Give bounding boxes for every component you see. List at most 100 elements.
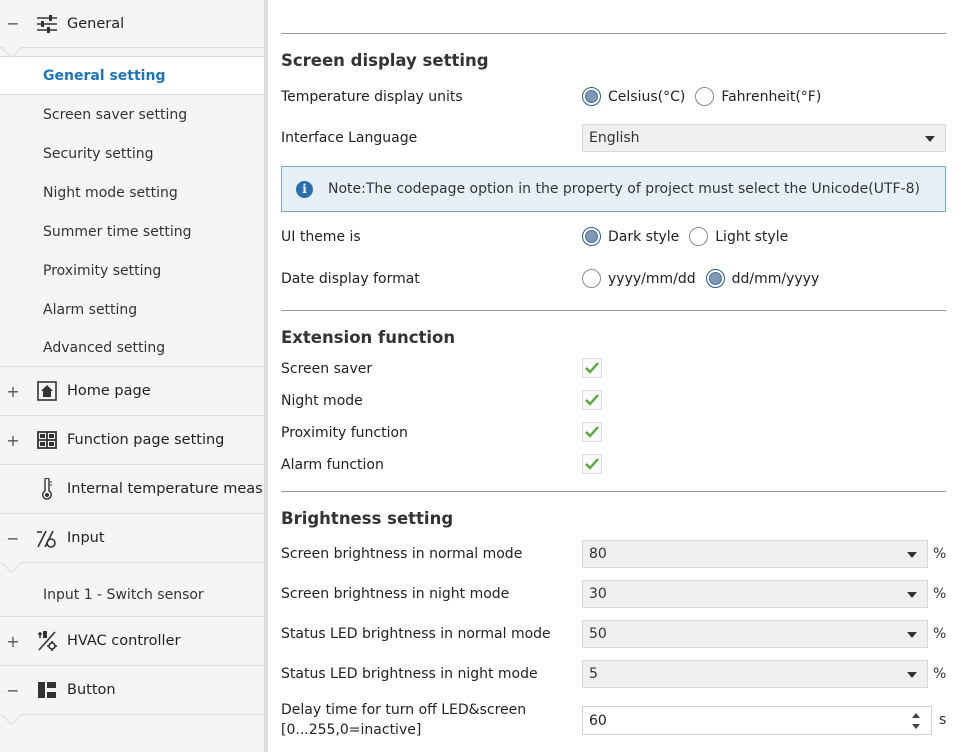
radio-dark-style[interactable]: Dark style [582,227,679,246]
divider [281,33,946,34]
divider [281,310,946,311]
radio-yyyy-mm-dd-indicator[interactable] [582,269,601,288]
led-brightness-night-select[interactable]: 5 [582,660,928,688]
screen-brightness-night-value: 30 [589,586,607,602]
radio-dark-style-label: Dark style [608,228,680,245]
radio-fahrenheit[interactable]: Fahrenheit(°F) [695,87,821,106]
group-home-page-label: Home page [67,383,151,399]
hvac-icon [36,630,58,652]
ui-theme-label: UI theme is [281,229,361,245]
chevron-down-icon [907,552,917,558]
radio-dd-mm-yyyy[interactable]: dd/mm/yyyy [705,269,819,288]
main-panel: Screen display setting Temperature displ… [281,0,947,752]
unit-percent: % [933,626,947,642]
group-function-page-label: Function page setting [67,432,225,448]
note-text: Note:The codepage option in the property… [328,181,920,197]
collapse-toggle[interactable]: − [6,529,20,548]
sliders-icon [36,13,58,35]
chevron-down-icon [907,672,917,678]
interface-language-select[interactable]: English [582,124,946,152]
radio-celsius[interactable]: Celsius(°C) [582,87,685,106]
temp-units-label: Temperature display units [281,89,463,105]
group-function-page[interactable]: + Function page setting [0,416,264,465]
section-title-brightness: Brightness setting [281,509,454,528]
note-banner: i Note:The codepage option in the proper… [281,166,946,212]
group-button[interactable]: − Button [0,666,264,715]
group-hvac-controller-label: HVAC controller [67,633,181,649]
checkmark-icon [585,394,599,406]
radio-fahrenheit-label: Fahrenheit(°F) [721,88,822,105]
ext-label-alarm: Alarm function [281,457,384,473]
expand-toggle[interactable]: + [6,632,20,651]
input-submenu: Input 1 - Switch sensor [0,563,264,617]
collapse-toggle[interactable]: − [6,681,20,700]
divider [281,491,946,492]
ext-label-screen-saver: Screen saver [281,361,373,377]
radio-dd-mm-yyyy-indicator[interactable] [705,269,725,288]
unit-seconds: s [939,712,947,728]
group-input[interactable]: − Input [0,514,264,563]
group-general-label: General [67,15,125,32]
radio-fahrenheit-indicator[interactable] [695,87,715,106]
delay-time-label: Delay time for turn off LED&screen [281,702,527,718]
screen-brightness-night-select[interactable]: 30 [582,580,928,608]
sidebar-item-security-setting[interactable]: Security setting [0,134,264,173]
checkmark-icon [585,426,599,438]
ui-theme-radio-group: Dark style Light style [582,227,798,246]
radio-celsius-indicator[interactable] [582,87,601,106]
group-hvac-controller[interactable]: + HVAC controller [0,617,264,666]
ext-label-night-mode: Night mode [281,393,363,409]
group-button-label: Button [67,682,116,698]
checkbox-proximity[interactable] [582,422,602,442]
sidebar-item-advanced-setting[interactable]: Advanced setting [0,329,264,366]
checkbox-screen-saver[interactable] [582,358,602,378]
info-icon: i [296,180,313,198]
grid-icon [36,429,58,451]
radio-light-style[interactable]: Light style [689,227,788,246]
checkbox-night-mode[interactable] [582,390,602,410]
screen-brightness-night-label: Screen brightness in night mode [281,586,510,602]
radio-light-style-label: Light style [715,228,789,245]
radio-dark-style-indicator[interactable] [582,227,601,246]
group-general[interactable]: − General [0,0,264,48]
group-internal-temperature[interactable]: Internal temperature meas... [0,465,264,514]
sidebar-item-proximity-setting[interactable]: Proximity setting [0,251,264,290]
sidebar-item-screen-saver-setting[interactable]: Screen saver setting [0,95,264,134]
unit-percent: % [933,666,947,682]
sidebar-item-input-1[interactable]: Input 1 - Switch sensor [0,573,264,616]
expand-toggle[interactable]: + [6,382,20,401]
spin-up-icon[interactable] [912,713,920,718]
chevron-down-icon [925,136,935,142]
led-brightness-normal-label: Status LED brightness in normal mode [281,626,551,642]
expand-toggle[interactable]: + [6,431,20,450]
led-brightness-normal-select[interactable]: 50 [582,620,928,648]
screen-brightness-normal-select[interactable]: 80 [582,540,928,568]
spin-down-icon[interactable] [912,724,920,729]
button-layout-icon [36,679,58,701]
sidebar-item-night-mode-setting[interactable]: Night mode setting [0,173,264,212]
delay-time-value: 60 [589,712,607,729]
switch-sensor-icon [36,527,58,549]
led-brightness-night-value: 5 [589,666,598,682]
checkbox-alarm[interactable] [582,454,602,474]
collapse-toggle[interactable]: − [6,14,20,33]
ext-label-proximity: Proximity function [281,425,408,441]
radio-yyyy-mm-dd[interactable]: yyyy/mm/dd [582,269,696,288]
date-format-label: Date display format [281,271,420,287]
sidebar-item-alarm-setting[interactable]: Alarm setting [0,290,264,329]
sidebar-item-summer-time-setting[interactable]: Summer time setting [0,212,264,251]
unit-percent: % [933,546,947,562]
group-input-label: Input [67,530,105,546]
section-title-screen-display: Screen display setting [281,51,489,70]
delay-time-input[interactable]: 60 [582,706,932,735]
home-icon [36,380,58,402]
temp-units-radio-group: Celsius(°C) Fahrenheit(°F) [582,87,831,106]
thermometer-icon [36,478,58,500]
interface-language-label: Interface Language [281,130,418,146]
sidebar-item-general-setting[interactable]: General setting [0,56,264,95]
group-home-page[interactable]: + Home page [0,367,264,416]
radio-light-style-indicator[interactable] [689,227,709,246]
group-internal-temperature-label: Internal temperature meas... [67,481,268,497]
interface-language-value: English [589,130,640,146]
chevron-down-icon [907,592,917,598]
